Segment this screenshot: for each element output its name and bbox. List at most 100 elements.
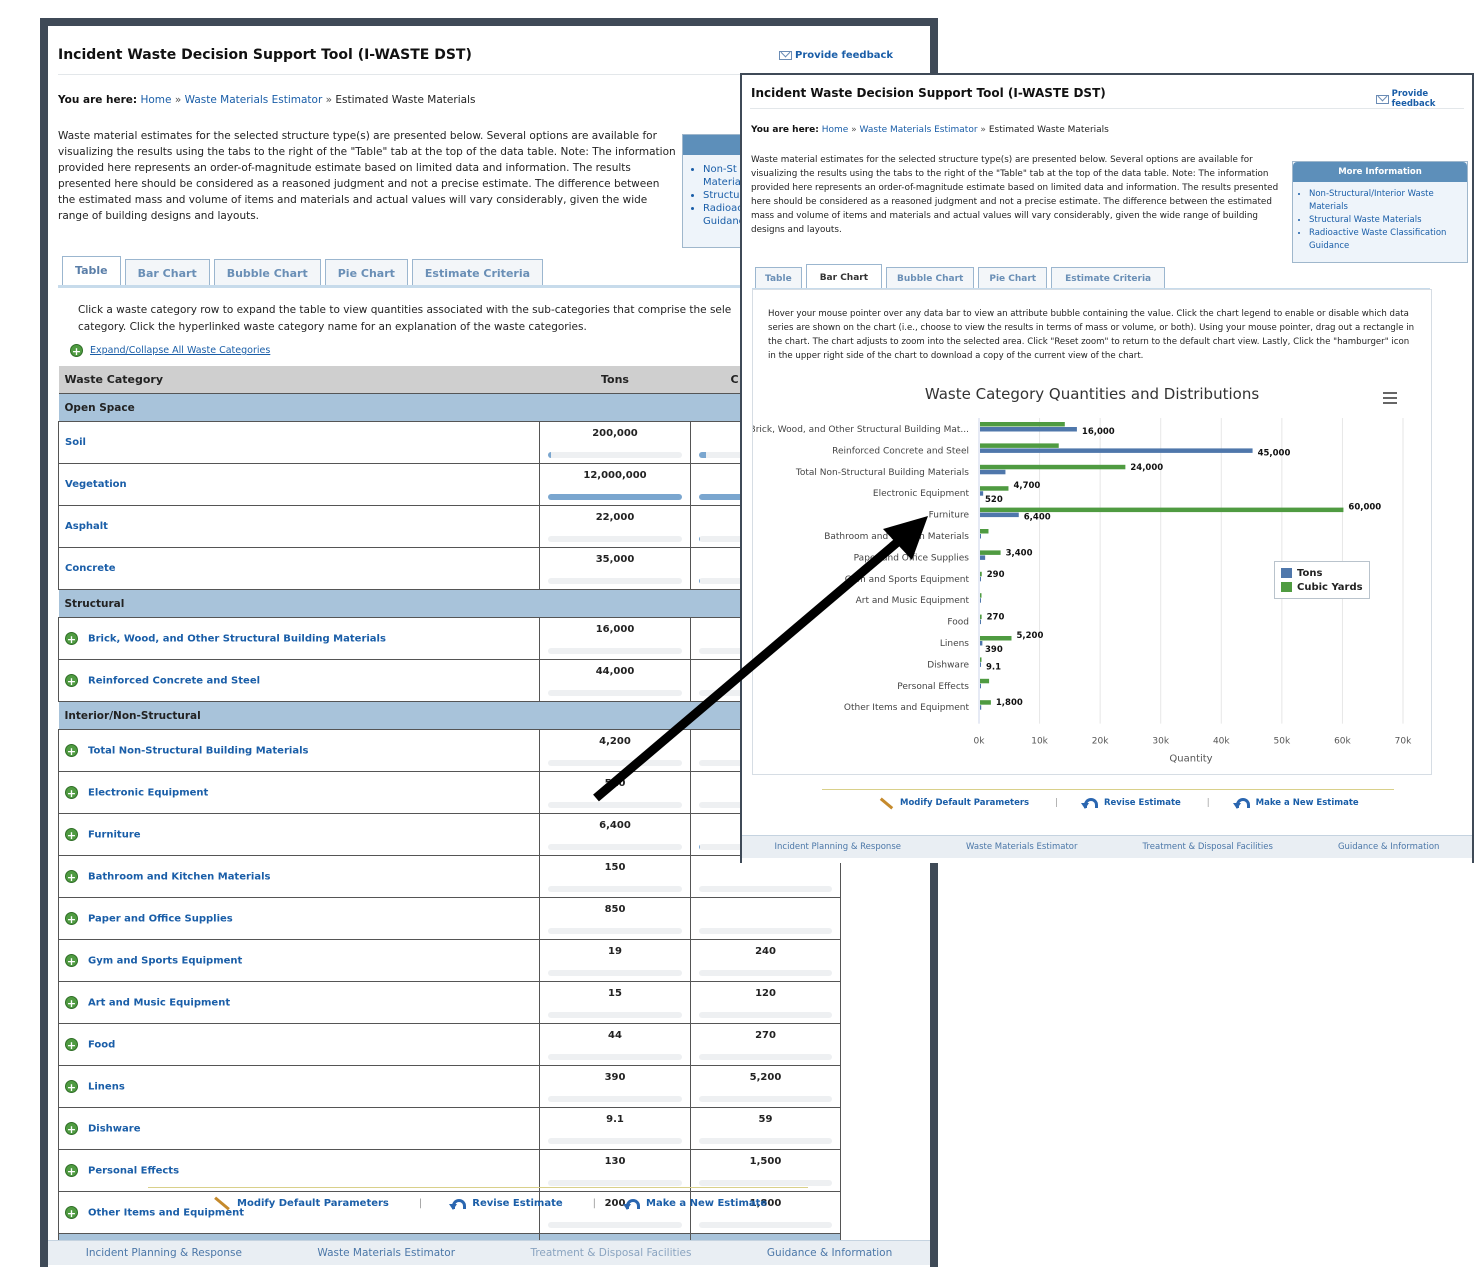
category-link[interactable]: Vegetation <box>65 479 127 490</box>
expand-icon[interactable] <box>65 786 78 799</box>
expand-icon[interactable] <box>65 1080 78 1093</box>
table-row[interactable]: Concrete 35,000 <box>58 547 841 590</box>
expand-icon[interactable] <box>65 870 78 883</box>
category-link[interactable]: Electronic Equipment <box>88 788 208 799</box>
table-row[interactable]: Vegetation 12,000,000 <box>58 463 841 506</box>
expand-icon[interactable] <box>65 954 78 967</box>
legend-swatch <box>1281 568 1292 578</box>
bar-tons <box>980 555 986 560</box>
bar-cubic-yards <box>980 700 991 705</box>
tab-bubble-chart[interactable]: Bubble Chart <box>213 259 321 287</box>
expand-icon[interactable] <box>65 1206 78 1219</box>
footer-link-estimator[interactable]: Waste Materials Estimator <box>317 1247 455 1259</box>
category-link[interactable]: Other Items and Equipment <box>88 1208 244 1219</box>
tons-cell: 390 <box>539 1065 691 1108</box>
bar-tons <box>980 427 1077 432</box>
expand-icon[interactable] <box>65 744 78 757</box>
actions-divider <box>822 789 1394 790</box>
legend-item-tons[interactable]: Tons <box>1281 566 1363 580</box>
category-link[interactable]: Dishware <box>88 1124 141 1135</box>
table-row[interactable]: Gym and Sports Equipment 19 240 <box>58 939 841 982</box>
modify-parameters-button[interactable]: Modify Default Parameters <box>879 797 1029 809</box>
category-link[interactable]: Soil <box>65 437 86 448</box>
expand-icon[interactable] <box>65 632 78 645</box>
revise-estimate-button[interactable]: Revise Estimate <box>449 1198 563 1210</box>
table-row[interactable]: Linens 390 5,200 <box>58 1065 841 1108</box>
bar-tons <box>980 512 1019 518</box>
tab-bubble-chart[interactable]: Bubble Chart <box>886 267 975 290</box>
tab-pie-chart[interactable]: Pie Chart <box>324 259 408 287</box>
tab-estimate-criteria[interactable]: Estimate Criteria <box>1051 267 1166 290</box>
table-row[interactable]: Paper and Office Supplies 850 <box>58 897 841 940</box>
footer-link-facilities[interactable]: Treatment & Disposal Facilities <box>1143 842 1273 852</box>
category-link[interactable]: Art and Music Equipment <box>88 998 230 1009</box>
table-row[interactable]: Furniture 6,400 <box>58 813 841 856</box>
expand-icon[interactable] <box>65 996 78 1009</box>
footer-link-incident[interactable]: Incident Planning & Response <box>86 1247 242 1259</box>
footer-link-guidance[interactable]: Guidance & Information <box>767 1247 892 1259</box>
new-estimate-button[interactable]: Make a New Estimate <box>623 1198 767 1210</box>
table-row[interactable]: Reinforced Concrete and Steel 44,000 <box>58 659 841 702</box>
breadcrumb-estimator[interactable]: Waste Materials Estimator <box>185 94 323 106</box>
category-link[interactable]: Asphalt <box>65 521 108 532</box>
category-cell: Art and Music Equipment <box>58 981 540 1024</box>
provide-feedback-link[interactable]: Provide feedback <box>779 50 893 61</box>
tab-bar-chart[interactable]: Bar Chart <box>124 259 210 287</box>
breadcrumb-home[interactable]: Home <box>140 94 171 106</box>
provide-feedback-link[interactable]: Provide feedback <box>1376 89 1472 109</box>
tons-bar <box>548 886 682 892</box>
data-label-cubic-yards: 1,800 <box>996 698 1023 708</box>
category-link[interactable]: Food <box>88 1040 115 1051</box>
table-row[interactable]: Art and Music Equipment 15 120 <box>58 981 841 1024</box>
bar-tons <box>980 448 1253 453</box>
category-link[interactable]: Concrete <box>65 563 116 574</box>
breadcrumb-estimator[interactable]: Waste Materials Estimator <box>860 125 978 135</box>
footer-link-guidance[interactable]: Guidance & Information <box>1338 842 1439 852</box>
table-row[interactable]: Personal Effects 130 1,500 <box>58 1149 841 1192</box>
tab-bar-chart[interactable]: Bar Chart <box>805 264 883 290</box>
category-link[interactable]: Furniture <box>88 830 141 841</box>
expand-icon[interactable] <box>65 1038 78 1051</box>
table-row[interactable]: Asphalt 22,000 <box>58 505 841 548</box>
tab-underline <box>58 285 748 288</box>
footer-link-incident[interactable]: Incident Planning & Response <box>775 842 901 852</box>
tons-value: 19 <box>608 946 622 957</box>
table-row[interactable]: Electronic Equipment 510 <box>58 771 841 814</box>
category-link[interactable]: Linens <box>88 1082 125 1093</box>
category-link[interactable]: Brick, Wood, and Other Structural Buildi… <box>88 634 386 645</box>
expand-all-toggle[interactable]: Expand/Collapse All Waste Categories <box>70 344 270 357</box>
tons-bar <box>548 1054 682 1060</box>
more-info-link[interactable]: Structural Waste Materials <box>1309 214 1467 227</box>
category-link[interactable]: Gym and Sports Equipment <box>88 956 242 967</box>
category-link[interactable]: Reinforced Concrete and Steel <box>88 676 260 687</box>
table-row[interactable]: Food 44 270 <box>58 1023 841 1066</box>
table-row[interactable]: Dishware 9.1 59 <box>58 1107 841 1150</box>
tons-value: 35,000 <box>595 554 635 565</box>
footer-link-facilities[interactable]: Treatment & Disposal Facilities <box>530 1247 691 1259</box>
modify-parameters-button[interactable]: Modify Default Parameters <box>213 1196 389 1211</box>
table-row[interactable]: Soil 200,000 <box>58 421 841 464</box>
category-link[interactable]: Personal Effects <box>88 1166 179 1177</box>
tab-table[interactable]: Table <box>62 256 121 287</box>
legend-item-cubic-yards[interactable]: Cubic Yards <box>1281 580 1363 594</box>
expand-icon[interactable] <box>65 912 78 925</box>
footer-link-estimator[interactable]: Waste Materials Estimator <box>966 842 1077 852</box>
tab-pie-chart[interactable]: Pie Chart <box>978 267 1048 290</box>
table-row[interactable]: Total Non-Structural Building Materials 4… <box>58 729 841 772</box>
tab-table[interactable]: Table <box>755 267 802 290</box>
expand-icon[interactable] <box>65 1122 78 1135</box>
more-info-link[interactable]: Radioactive Waste Classification Guidanc… <box>1309 227 1467 253</box>
table-row[interactable]: Brick, Wood, and Other Structural Buildi… <box>58 617 841 660</box>
category-link[interactable]: Bathroom and Kitchen Materials <box>88 872 271 883</box>
expand-icon[interactable] <box>65 1164 78 1177</box>
more-info-link[interactable]: Non-Structural/Interior Waste Materials <box>1309 188 1467 214</box>
category-link[interactable]: Total Non-Structural Building Materials <box>88 746 308 757</box>
tab-estimate-criteria[interactable]: Estimate Criteria <box>411 259 544 287</box>
revise-estimate-button[interactable]: Revise Estimate <box>1080 798 1181 809</box>
breadcrumb-home[interactable]: Home <box>822 125 849 135</box>
expand-icon[interactable] <box>65 828 78 841</box>
expand-icon[interactable] <box>65 674 78 687</box>
table-row[interactable]: Bathroom and Kitchen Materials 150 <box>58 855 841 898</box>
category-link[interactable]: Paper and Office Supplies <box>88 914 233 925</box>
new-estimate-button[interactable]: Make a New Estimate <box>1232 798 1359 809</box>
